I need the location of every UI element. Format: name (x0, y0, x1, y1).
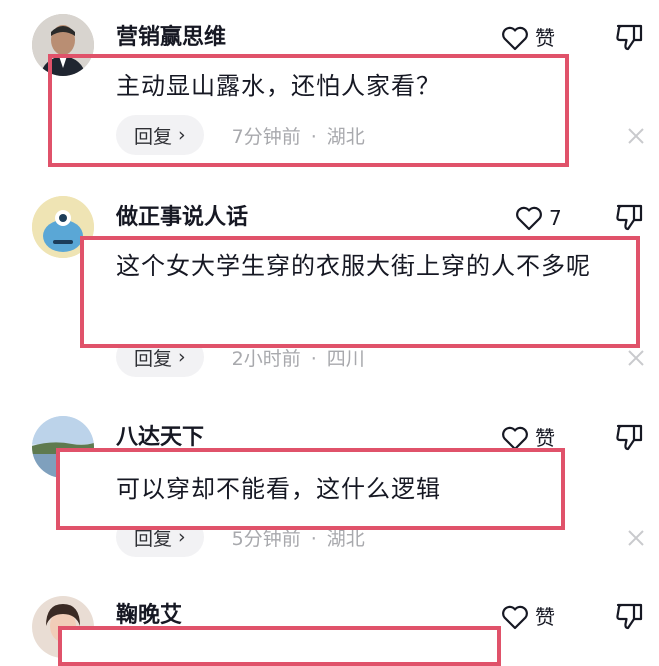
like-count: 赞 (535, 605, 555, 629)
like-button[interactable]: 赞 (501, 24, 555, 52)
heart-outline-icon (502, 26, 528, 51)
thumbs-down-icon[interactable] (614, 422, 646, 452)
like-count: 赞 (535, 26, 555, 50)
comment-text: 可以穿却不能看，这什么逻辑 (116, 475, 441, 503)
like-button[interactable]: 7 (515, 204, 562, 232)
username[interactable]: 做正事说人话 (116, 204, 248, 232)
comment-location: 四川 (326, 347, 365, 370)
close-icon[interactable] (625, 347, 647, 369)
comment-text: 主动显山露水，还怕人家看？ (116, 72, 441, 100)
comment-time: 5分钟前 (231, 527, 301, 550)
thumbs-down-icon[interactable] (614, 202, 646, 232)
thumbs-down-icon[interactable] (614, 22, 646, 52)
comment-text: 这个女大学生穿的衣服大街上穿的人不多呢 (116, 252, 591, 280)
highlight-box (58, 626, 501, 666)
like-button[interactable]: 赞 (501, 603, 555, 631)
like-count: 7 (549, 206, 562, 230)
heart-outline-icon (502, 605, 528, 630)
thumbs-down-icon[interactable] (614, 601, 646, 631)
heart-outline-icon (516, 206, 542, 231)
chevron-right-icon: › (178, 346, 186, 368)
comment-time: 2小时前 (231, 347, 301, 370)
close-icon[interactable] (625, 125, 647, 147)
comment-location: 湖北 (326, 527, 365, 550)
username[interactable]: 营销赢思维 (116, 24, 226, 52)
close-icon[interactable] (625, 527, 647, 549)
